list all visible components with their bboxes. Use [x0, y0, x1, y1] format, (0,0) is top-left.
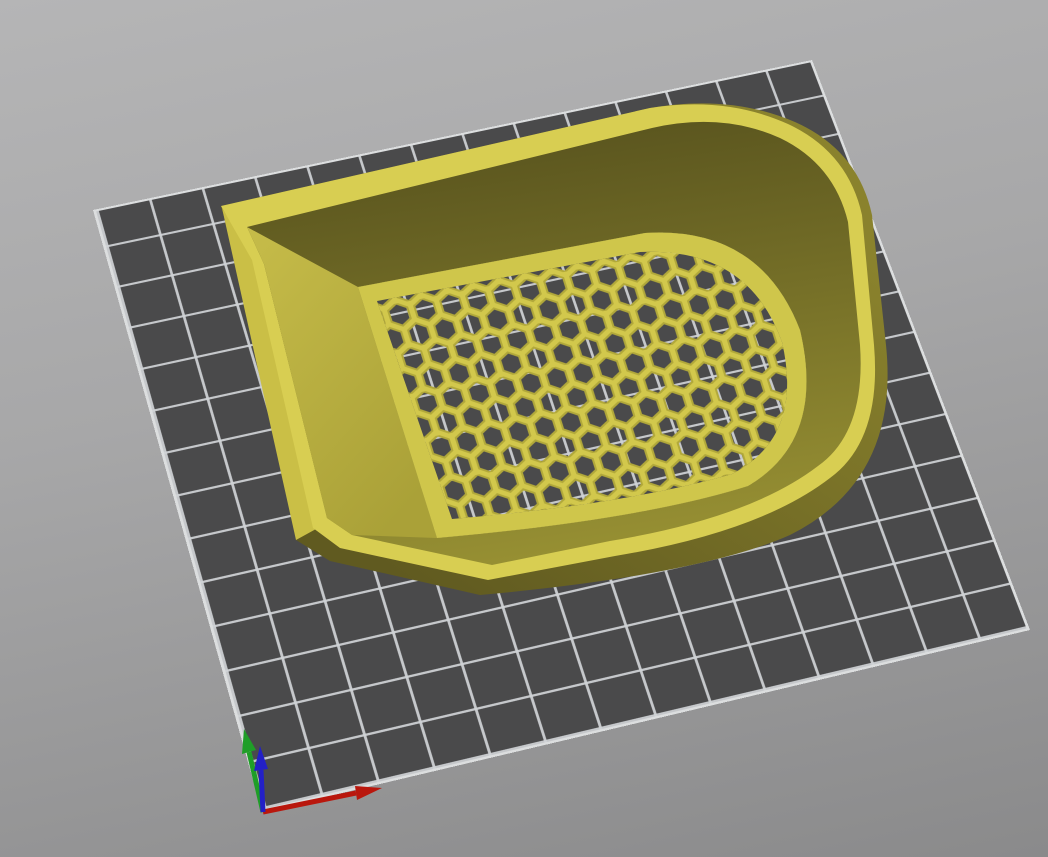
y-axis-head [242, 729, 256, 754]
x-axis-head [355, 786, 382, 800]
3d-viewport[interactable] [0, 0, 1048, 857]
tray-model[interactable] [221, 103, 888, 595]
x-axis-arrow [262, 786, 382, 815]
scene-overlay [221, 103, 888, 815]
z-axis-head [254, 746, 268, 771]
axis-gizmo [242, 729, 382, 815]
x-axis-shaft [262, 790, 357, 815]
z-axis-shaft [258, 769, 266, 813]
